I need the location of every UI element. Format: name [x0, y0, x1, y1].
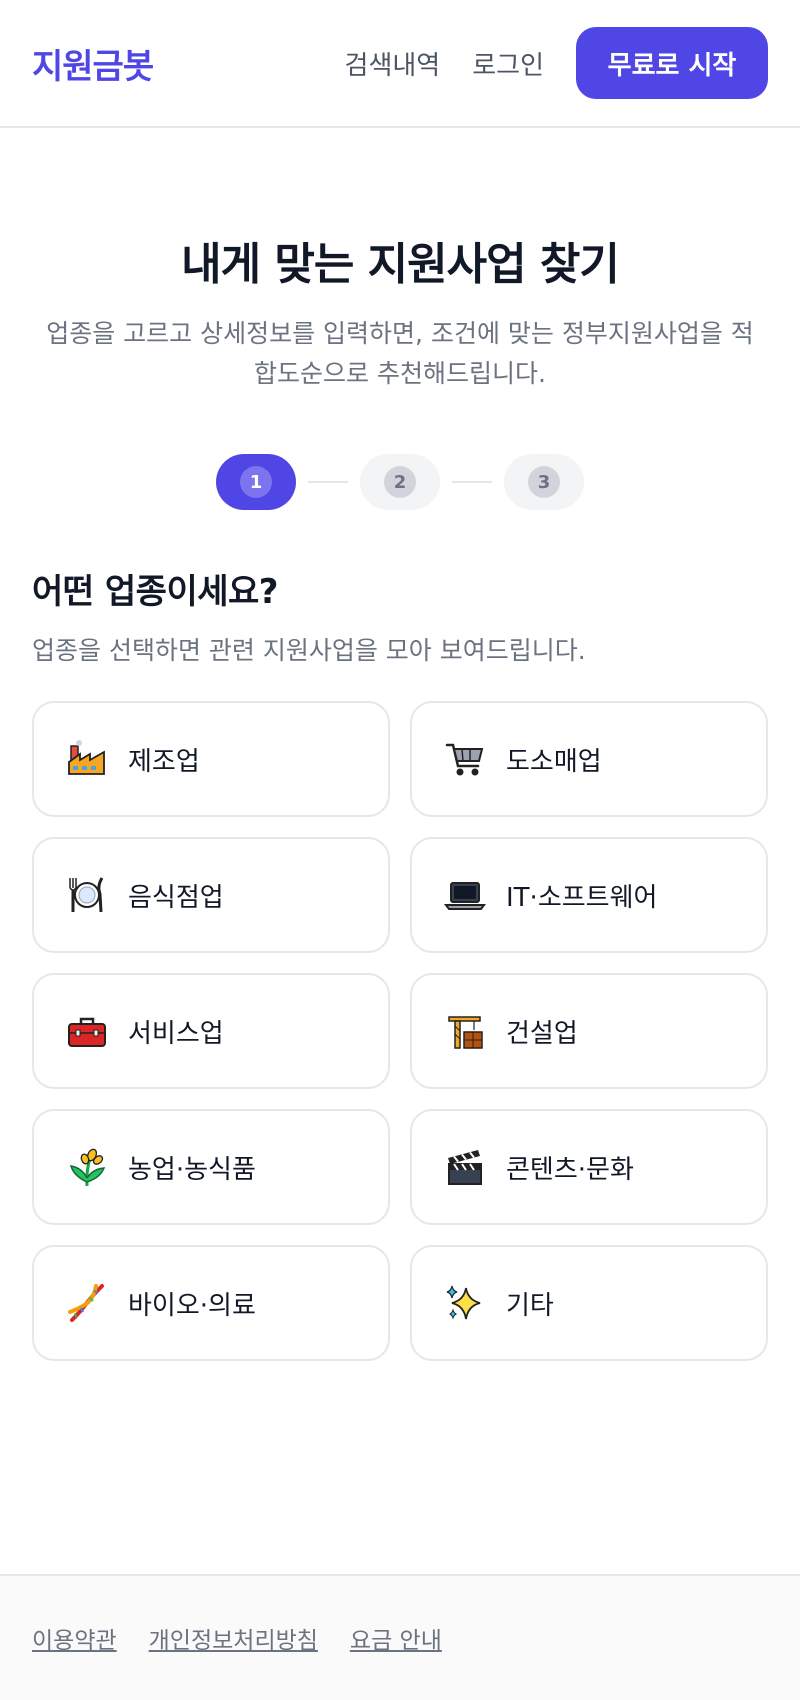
step-connector: [452, 481, 492, 483]
industry-label: 콘텐츠·문화: [506, 1154, 634, 1185]
laptop-icon: [444, 874, 486, 916]
industry-label: 도소매업: [506, 746, 602, 777]
footer-terms-link[interactable]: 이용약관: [32, 1621, 117, 1655]
shopping-cart-icon: [444, 738, 486, 780]
step-indicator: 1 2 3: [0, 454, 800, 510]
factory-icon: [66, 738, 108, 780]
page-description-line-1: 업종을 고르고 상세정보를 입력하면, 조건에 맞는 정부지원사업을 적: [46, 319, 754, 348]
industry-card-restaurant[interactable]: 음식점업: [32, 837, 390, 953]
industry-card-it-software[interactable]: IT·소프트웨어: [410, 837, 768, 953]
page-title: 내게 맞는 지원사업 찾기: [181, 239, 620, 290]
step-2: 2: [360, 454, 440, 510]
industry-label: 서비스업: [128, 1018, 224, 1049]
step-2-number: 2: [384, 466, 416, 498]
step-1-number: 1: [240, 466, 272, 498]
footer-pricing-link[interactable]: 요금 안내: [350, 1621, 442, 1655]
plate-cutlery-icon: [66, 874, 108, 916]
section-description: 업종을 선택하면 관련 지원사업을 모아 보여드립니다.: [32, 636, 586, 665]
step-3: 3: [504, 454, 584, 510]
page-description-line-2: 합도순으로 추천해드립니다.: [254, 359, 546, 388]
industry-label: 농업·농식품: [128, 1154, 256, 1185]
footer-privacy-link[interactable]: 개인정보처리방침: [149, 1621, 318, 1655]
industry-label: 기타: [506, 1290, 554, 1321]
industry-card-other[interactable]: 기타: [410, 1245, 768, 1361]
industry-card-manufacturing[interactable]: 제조업: [32, 701, 390, 817]
rice-plant-icon: [66, 1146, 108, 1188]
section-title: 어떤 업종이세요?: [32, 572, 279, 612]
sparkles-icon: [444, 1282, 486, 1324]
site-header: 지원금봇 검색내역 로그인 무료로 시작: [0, 0, 800, 128]
industry-label: IT·소프트웨어: [506, 882, 658, 913]
step-1: 1: [216, 454, 296, 510]
dna-icon: [66, 1282, 108, 1324]
industry-section: 어떤 업종이세요? 업종을 선택하면 관련 지원사업을 모아 보여드립니다. 제…: [0, 564, 800, 1361]
toolbox-icon: [66, 1010, 108, 1052]
nav-login[interactable]: 로그인: [472, 45, 544, 82]
page-description: 업종을 고르고 상세정보를 입력하면, 조건에 맞는 정부지원사업을 적 합도순…: [32, 314, 768, 394]
industry-card-agriculture[interactable]: 농업·농식품: [32, 1109, 390, 1225]
crane-icon: [444, 1010, 486, 1052]
nav-search-history[interactable]: 검색내역: [345, 45, 441, 82]
industry-label: 바이오·의료: [128, 1290, 256, 1321]
start-free-button[interactable]: 무료로 시작: [576, 27, 768, 99]
step-3-number: 3: [528, 466, 560, 498]
site-footer: 이용약관 개인정보처리방침 요금 안내: [0, 1574, 800, 1700]
industry-label: 제조업: [128, 746, 200, 777]
industry-card-service[interactable]: 서비스업: [32, 973, 390, 1089]
top-nav: 검색내역 로그인 무료로 시작: [345, 27, 768, 99]
hero: 내게 맞는 지원사업 찾기 업종을 고르고 상세정보를 입력하면, 조건에 맞는…: [0, 228, 800, 394]
clapper-board-icon: [444, 1146, 486, 1188]
industry-card-contents-culture[interactable]: 콘텐츠·문화: [410, 1109, 768, 1225]
industry-card-construction[interactable]: 건설업: [410, 973, 768, 1089]
industry-card-retail[interactable]: 도소매업: [410, 701, 768, 817]
industry-grid: 제조업 도소매업 음식점업 IT·소프트웨어 서비스업 건설업 농업·농식품 콘…: [32, 701, 768, 1361]
industry-label: 건설업: [506, 1018, 578, 1049]
industry-card-bio-medical[interactable]: 바이오·의료: [32, 1245, 390, 1361]
step-connector: [308, 481, 348, 483]
industry-label: 음식점업: [128, 882, 224, 913]
logo[interactable]: 지원금봇: [32, 39, 154, 88]
